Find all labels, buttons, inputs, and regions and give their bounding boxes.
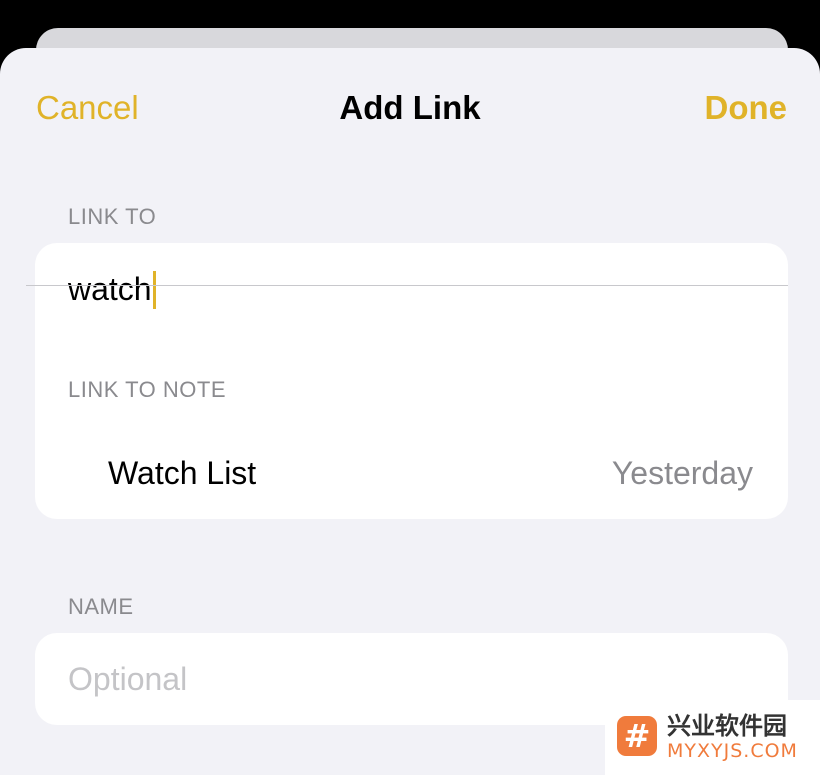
- link-search-input-wrap[interactable]: watch: [68, 269, 156, 311]
- note-result-title: Watch List: [108, 455, 257, 491]
- navigation-bar: Cancel Add Link Done: [0, 48, 820, 168]
- add-link-sheet: Cancel Add Link Done LINK TO watch LINK …: [0, 48, 820, 775]
- link-search-value: watch: [68, 271, 152, 307]
- note-result-date: Yesterday: [611, 455, 753, 491]
- watermark-brand-text: 兴业软件园: [667, 712, 787, 740]
- text-cursor: [152, 270, 156, 309]
- note-result-row[interactable]: Watch List Yesterday: [35, 433, 788, 513]
- link-search-field[interactable]: watch: [35, 243, 788, 335]
- link-to-section-header: LINK TO: [68, 204, 157, 229]
- sheet-title: Add Link: [339, 89, 481, 126]
- watermark-logo-icon: #: [617, 716, 657, 756]
- field-divider: [26, 285, 788, 286]
- done-button[interactable]: Done: [705, 88, 788, 128]
- watermark: # 兴业软件园 MYXYJS.COM: [605, 700, 820, 775]
- watermark-url-text: MYXYJS.COM: [667, 740, 798, 762]
- name-section-header: NAME: [68, 594, 134, 619]
- link-to-note-header: LINK TO NOTE: [68, 377, 227, 402]
